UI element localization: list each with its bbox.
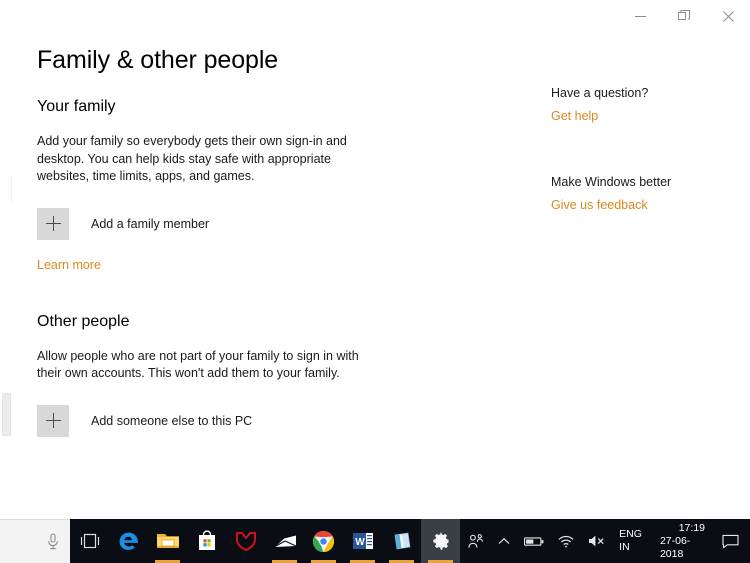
taskbar-item-mail[interactable] <box>265 519 304 563</box>
taskbar-item-microsoft-edge[interactable] <box>109 519 148 563</box>
section-heading-your-family: Your family <box>37 98 116 115</box>
tray-language-indicator[interactable]: ENG IN <box>613 519 650 563</box>
taskbar-item-microsoft-word[interactable]: W <box>343 519 382 563</box>
mail-envelope-icon <box>273 534 296 548</box>
add-someone-else-label: Add someone else to this PC <box>91 413 253 428</box>
plus-icon-box <box>37 404 69 437</box>
sidebar-heading-feedback: Make Windows better <box>551 175 672 189</box>
chevron-up-icon <box>498 537 510 544</box>
get-help-link[interactable]: Get help <box>551 108 598 125</box>
taskbar-item-onenote[interactable] <box>382 519 421 563</box>
sidebar-group-question: Have a question? Get help <box>551 84 741 125</box>
action-center-button[interactable] <box>715 519 746 563</box>
close-icon <box>722 10 734 22</box>
chrome-icon <box>313 530 335 552</box>
search-input[interactable] <box>0 519 71 563</box>
folder-icon <box>156 534 179 548</box>
taskbar-item-settings[interactable] <box>421 519 461 563</box>
help-sidebar: Have a question? Get help Make Windows b… <box>551 84 741 262</box>
restore-button[interactable] <box>662 0 706 32</box>
plus-icon <box>45 216 61 231</box>
clock-date: 27-06-2018 <box>659 534 691 560</box>
taskbar-item-microsoft-store[interactable] <box>187 519 226 563</box>
tray-battery-button[interactable] <box>517 519 551 563</box>
learn-more-link[interactable]: Learn more <box>37 257 101 274</box>
battery-icon <box>524 536 544 546</box>
close-button[interactable] <box>706 0 750 32</box>
task-view-icon <box>80 533 99 549</box>
taskbar-item-google-chrome[interactable] <box>304 519 343 563</box>
language-region: IN <box>619 541 630 553</box>
notification-icon <box>722 534 739 548</box>
sidebar-heading-question: Have a question? <box>551 86 649 100</box>
add-someone-else-button[interactable]: Add someone else to this PC <box>37 404 253 437</box>
taskbar-app-icons: W <box>70 519 461 563</box>
tray-people-button[interactable] <box>460 519 491 563</box>
people-icon <box>468 533 483 548</box>
plus-icon-box <box>37 207 69 240</box>
store-bag-icon <box>198 530 215 550</box>
minimize-icon <box>634 15 646 17</box>
add-family-member-button[interactable]: Add a family member <box>37 207 210 240</box>
svg-text:W: W <box>355 537 365 548</box>
section-heading-other-people: Other people <box>37 312 130 330</box>
microphone-icon[interactable] <box>46 532 60 551</box>
onenote-icon <box>394 532 411 550</box>
mcafee-shield-icon <box>235 531 256 552</box>
learn-more-wrapper: Learn more <box>37 256 507 274</box>
wifi-icon <box>558 535 574 548</box>
taskbar: W ENG IN 17:19 27-06-2018 <box>0 519 750 563</box>
give-us-feedback-link[interactable]: Give us feedback <box>551 197 648 214</box>
section-description-your-family: Add your family so everybody gets their … <box>37 134 347 183</box>
page-scrollbar[interactable] <box>0 88 12 518</box>
scrollbar-thumb[interactable] <box>2 393 11 436</box>
page-title: Family & other people <box>37 46 279 74</box>
tray-clock[interactable]: 17:19 27-06-2018 <box>650 519 715 563</box>
tray-network-button[interactable] <box>551 519 581 563</box>
restore-icon <box>678 10 690 20</box>
settings-window: Family & other people Your family Add yo… <box>0 0 750 519</box>
taskbar-item-file-explorer[interactable] <box>148 519 187 563</box>
system-tray: ENG IN 17:19 27-06-2018 <box>460 519 750 563</box>
title-bar <box>0 0 750 32</box>
taskbar-item-mcafee[interactable] <box>226 519 265 563</box>
section-description-other-people: Allow people who are not part of your fa… <box>37 348 359 381</box>
section-divider-space <box>37 274 507 311</box>
language-primary: ENG <box>619 528 642 540</box>
taskbar-item-task-view[interactable] <box>70 519 109 563</box>
sidebar-group-feedback: Make Windows better Give us feedback <box>551 173 741 214</box>
clock-time: 17:19 <box>678 521 705 534</box>
word-icon: W <box>352 533 373 549</box>
tray-volume-button[interactable] <box>581 519 613 563</box>
minimize-button[interactable] <box>618 0 662 32</box>
tray-show-hidden-icons-button[interactable] <box>491 519 517 563</box>
gear-icon <box>432 532 450 550</box>
scrollbar-tick <box>11 176 12 202</box>
add-family-member-label: Add a family member <box>91 216 210 231</box>
edge-icon <box>119 532 138 550</box>
settings-content: Family & other people Your family Add yo… <box>37 44 507 437</box>
plus-icon <box>45 413 61 428</box>
speaker-muted-icon <box>589 535 604 547</box>
